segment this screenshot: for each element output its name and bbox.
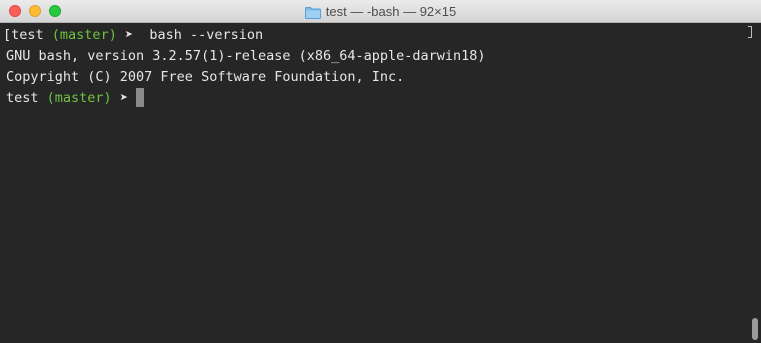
text-cursor — [135, 88, 144, 107]
scrollbar-thumb[interactable] — [752, 318, 758, 340]
terminal-window: test — -bash — 92×15 [test (master) ➤ ba… — [0, 0, 761, 343]
prompt-line-2: test (master) ➤ — [6, 88, 144, 108]
title-bar[interactable]: test — -bash — 92×15 — [0, 0, 761, 23]
window-title: test — -bash — 92×15 — [325, 4, 457, 19]
prompt-branch: (master) — [51, 27, 117, 43]
window-title-area: test — -bash — 92×15 — [0, 0, 761, 23]
prompt-line-1: [test (master) ➤ bash --version — [3, 25, 263, 45]
terminal-content[interactable]: [test (master) ➤ bash --version GNU bash… — [0, 24, 761, 343]
command-text: bash --version — [149, 27, 264, 43]
output-line: GNU bash, version 3.2.57(1)-release (x86… — [6, 48, 486, 64]
vertical-scrollbar[interactable] — [749, 24, 761, 343]
scroll-mark: [ — [3, 27, 12, 43]
folder-icon — [304, 6, 321, 19]
prompt-dir: test — [6, 90, 39, 106]
prompt-branch: (master) — [46, 90, 112, 106]
prompt-symbol: ➤ — [119, 90, 128, 106]
prompt-dir: test — [11, 27, 44, 43]
output-line: Copyright (C) 2007 Free Software Foundat… — [6, 69, 405, 85]
prompt-symbol: ➤ — [124, 27, 134, 43]
